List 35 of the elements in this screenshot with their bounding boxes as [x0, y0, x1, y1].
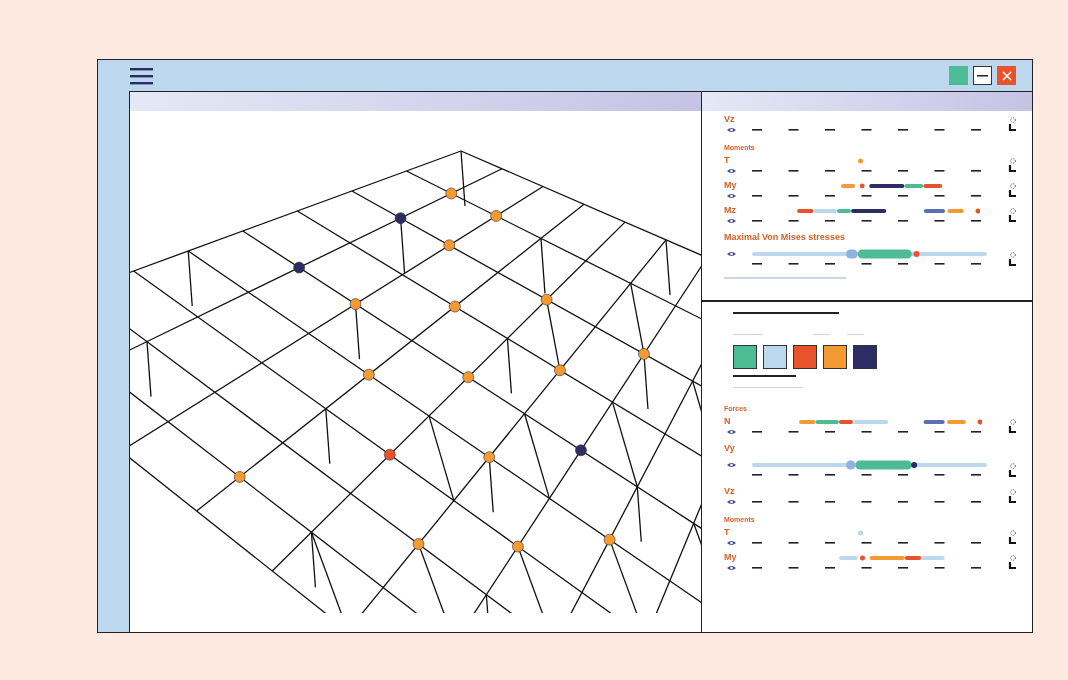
result-label: Mz: [724, 205, 736, 216]
close-button[interactable]: [997, 66, 1016, 85]
result-label: Vy: [724, 443, 736, 454]
eye-icon[interactable]: [727, 429, 736, 435]
reset-view-icon[interactable]: [1008, 555, 1018, 570]
eye-icon[interactable]: [727, 462, 736, 468]
reset-view-icon[interactable]: [1008, 419, 1018, 434]
minimize-button[interactable]: [973, 66, 992, 85]
reset-view-icon[interactable]: [1008, 462, 1018, 478]
eye-icon[interactable]: [727, 540, 736, 546]
reset-view-icon[interactable]: [1008, 117, 1018, 132]
result-label: Maximal Von Mises stresses: [724, 232, 846, 243]
result-label: T: [724, 155, 730, 166]
menu-icon[interactable]: [130, 66, 153, 85]
eye-icon[interactable]: [727, 565, 736, 571]
eye-icon[interactable]: [727, 193, 736, 199]
eye-icon[interactable]: [727, 168, 736, 174]
eye-icon[interactable]: [727, 218, 736, 224]
reset-view-icon[interactable]: [1008, 183, 1018, 198]
reset-view-icon[interactable]: [1008, 489, 1018, 504]
reset-view-icon[interactable]: [1008, 158, 1018, 173]
reset-view-icon[interactable]: [1008, 530, 1018, 545]
reset-view-icon[interactable]: [1008, 251, 1018, 267]
minimize-icon: [977, 74, 988, 77]
reset-view-icon[interactable]: [1008, 208, 1018, 223]
result-label: T: [724, 527, 730, 538]
eye-icon[interactable]: [727, 251, 736, 257]
result-label: Vz: [724, 114, 735, 125]
eye-icon[interactable]: [727, 499, 736, 505]
eye-icon[interactable]: [727, 127, 736, 133]
result-label: N: [724, 416, 731, 427]
result-label: Vz: [724, 486, 735, 497]
result-label: My: [724, 552, 737, 563]
close-icon: [1001, 70, 1012, 81]
result-label: My: [724, 180, 737, 191]
